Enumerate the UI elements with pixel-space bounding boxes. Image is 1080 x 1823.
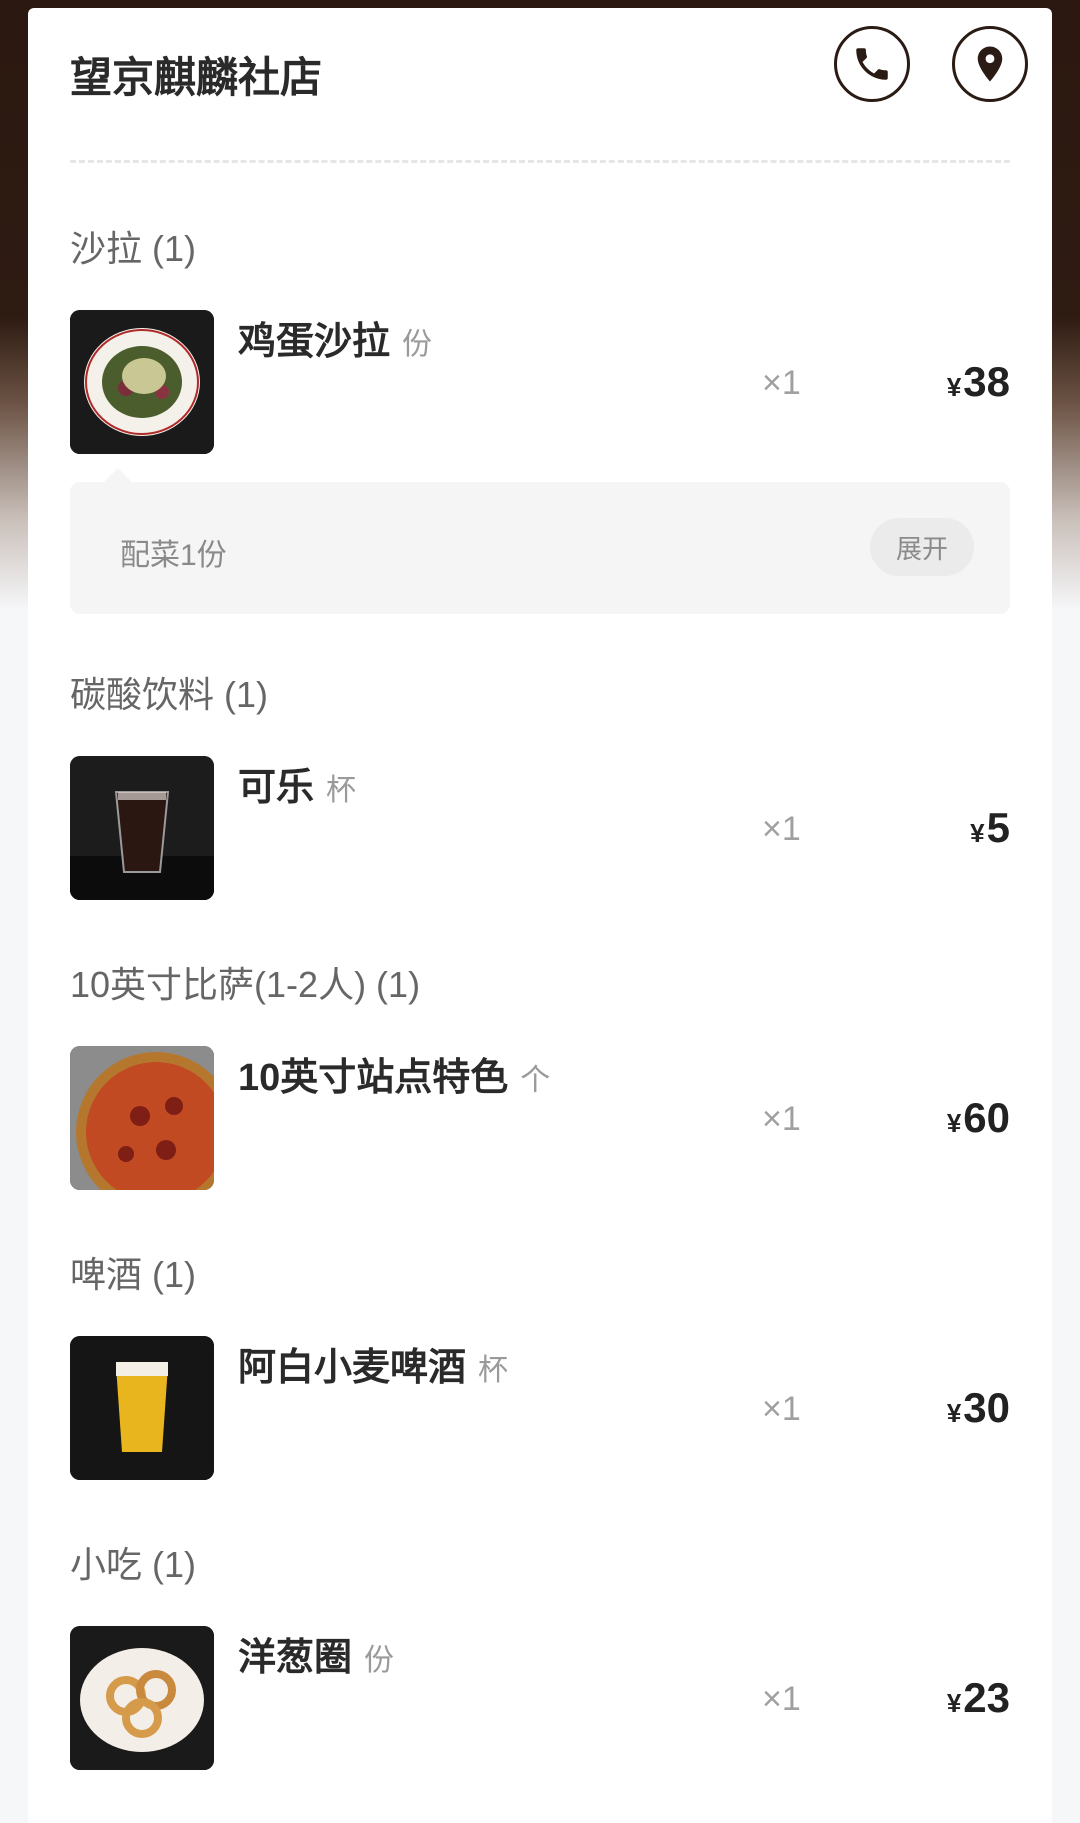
item-name: 可乐杯 [238,756,356,811]
item-name: 阿白小麦啤酒杯 [238,1336,508,1391]
price-value: 30 [963,1384,1010,1431]
item-name: 鸡蛋沙拉份 [238,310,432,365]
currency-symbol: ¥ [946,372,962,402]
list-item[interactable]: 可乐杯 ×1 ¥5 [70,756,1010,900]
category-title: 10英寸比萨(1-2人) (1) [70,964,421,1005]
expand-button[interactable]: 展开 [870,518,974,576]
item-unit: 份 [364,1644,395,1677]
currency-symbol: ¥ [946,1108,962,1138]
wheat-beer-image [70,1336,214,1480]
pizza-image [70,1046,214,1190]
onion-rings-image [70,1626,214,1770]
item-price: ¥60 [947,1094,1010,1142]
item-quantity: ×1 [762,1680,801,1718]
category-title: 沙拉 (1) [70,228,197,269]
addon-text: 配菜1份 [120,539,227,572]
item-title: 10英寸站点特色 [238,1057,509,1099]
store-header: 望京麒麟社店 [70,8,1028,163]
price-value: 5 [986,804,1010,851]
item-unit: 个 [520,1064,551,1097]
item-title: 可乐 [238,767,315,809]
location-pin-icon [977,46,1003,82]
item-price: ¥23 [947,1674,1010,1722]
category-title: 碳酸饮料 (1) [70,674,269,715]
item-title: 鸡蛋沙拉 [238,321,391,363]
location-button[interactable] [952,26,1028,102]
item-name: 10英寸站点特色个 [238,1046,550,1101]
phone-icon [856,48,888,80]
currency-symbol: ¥ [946,1688,962,1718]
call-button[interactable] [834,26,910,102]
item-title: 洋葱圈 [238,1637,353,1679]
list-item[interactable]: 洋葱圈份 ×1 ¥23 [70,1626,1010,1770]
currency-symbol: ¥ [946,1398,962,1428]
item-unit: 份 [402,328,433,361]
list-item[interactable]: 10英寸站点特色个 ×1 ¥60 [70,1046,1010,1190]
item-title: 阿白小麦啤酒 [238,1347,467,1389]
price-value: 60 [963,1094,1010,1141]
addon-panel: 配菜1份 展开 [70,468,1010,614]
egg-salad-image [70,310,214,454]
order-card: 望京麒麟社店 沙拉 (1) 鸡蛋沙拉份 ×1 ¥38 配菜1份 展开 碳酸饮料 … [28,8,1052,1823]
list-item[interactable]: 鸡蛋沙拉份 ×1 ¥38 [70,310,1010,454]
category-title: 啤酒 (1) [70,1254,197,1295]
item-price: ¥38 [947,358,1010,406]
cola-image [70,756,214,900]
item-unit: 杯 [478,1354,509,1387]
item-unit: 杯 [326,774,357,807]
item-quantity: ×1 [762,364,801,402]
item-quantity: ×1 [762,810,801,848]
category-title: 小吃 (1) [70,1544,197,1585]
item-quantity: ×1 [762,1390,801,1428]
item-quantity: ×1 [762,1100,801,1138]
store-name: 望京麒麟社店 [70,54,323,101]
price-value: 23 [963,1674,1010,1721]
currency-symbol: ¥ [970,818,985,848]
item-name: 洋葱圈份 [238,1626,394,1681]
price-value: 38 [963,358,1010,405]
item-price: ¥30 [947,1384,1010,1432]
item-price: ¥5 [970,804,1010,852]
list-item[interactable]: 阿白小麦啤酒杯 ×1 ¥30 [70,1336,1010,1480]
